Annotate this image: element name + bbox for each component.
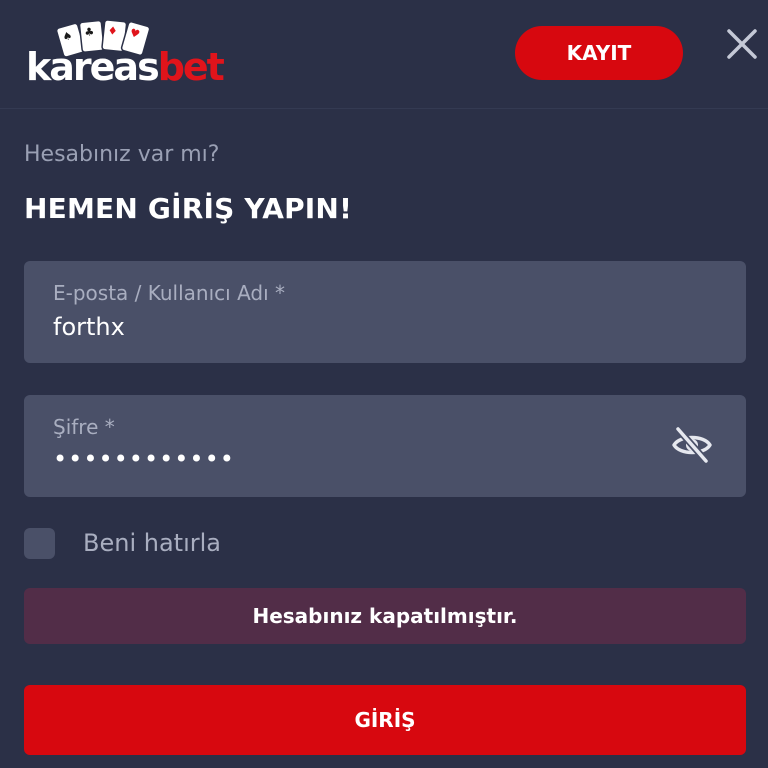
modal-header: ♠ ♣ ♦ ♥ kareasbet KAYIT bbox=[0, 0, 768, 109]
svg-text:♣: ♣ bbox=[84, 25, 95, 39]
username-label: E-posta / Kullanıcı Adı * bbox=[53, 281, 286, 305]
logo-text-accent: bet bbox=[157, 45, 225, 89]
svg-text:♦: ♦ bbox=[107, 24, 118, 38]
password-field[interactable]: Şifre * •••••••••••• bbox=[24, 395, 746, 497]
remember-label: Beni hatırla bbox=[83, 529, 221, 557]
password-value[interactable]: •••••••••••• bbox=[53, 445, 235, 473]
remember-checkbox[interactable] bbox=[24, 527, 55, 559]
login-title: HEMEN GİRİŞ YAPIN! bbox=[24, 192, 353, 225]
eye-slash-icon[interactable] bbox=[670, 425, 714, 465]
brand-logo: ♠ ♣ ♦ ♥ kareasbet bbox=[26, 18, 256, 90]
remember-me[interactable]: Beni hatırla bbox=[24, 526, 221, 560]
close-icon[interactable] bbox=[724, 26, 760, 62]
username-value[interactable]: forthx bbox=[53, 313, 125, 341]
logo-text-main: kareas bbox=[26, 45, 160, 89]
username-field[interactable]: E-posta / Kullanıcı Adı * forthx bbox=[24, 261, 746, 363]
register-button[interactable]: KAYIT bbox=[515, 26, 683, 80]
error-alert: Hesabınız kapatılmıştır. bbox=[24, 588, 746, 644]
login-modal: ♠ ♣ ♦ ♥ kareasbet KAYIT Hesabınız var mı… bbox=[0, 0, 768, 768]
login-subtitle: Hesabınız var mı? bbox=[24, 142, 220, 167]
password-label: Şifre * bbox=[53, 415, 115, 439]
login-button[interactable]: GİRİŞ bbox=[24, 685, 746, 755]
logo-wordmark: kareasbet bbox=[26, 45, 225, 89]
